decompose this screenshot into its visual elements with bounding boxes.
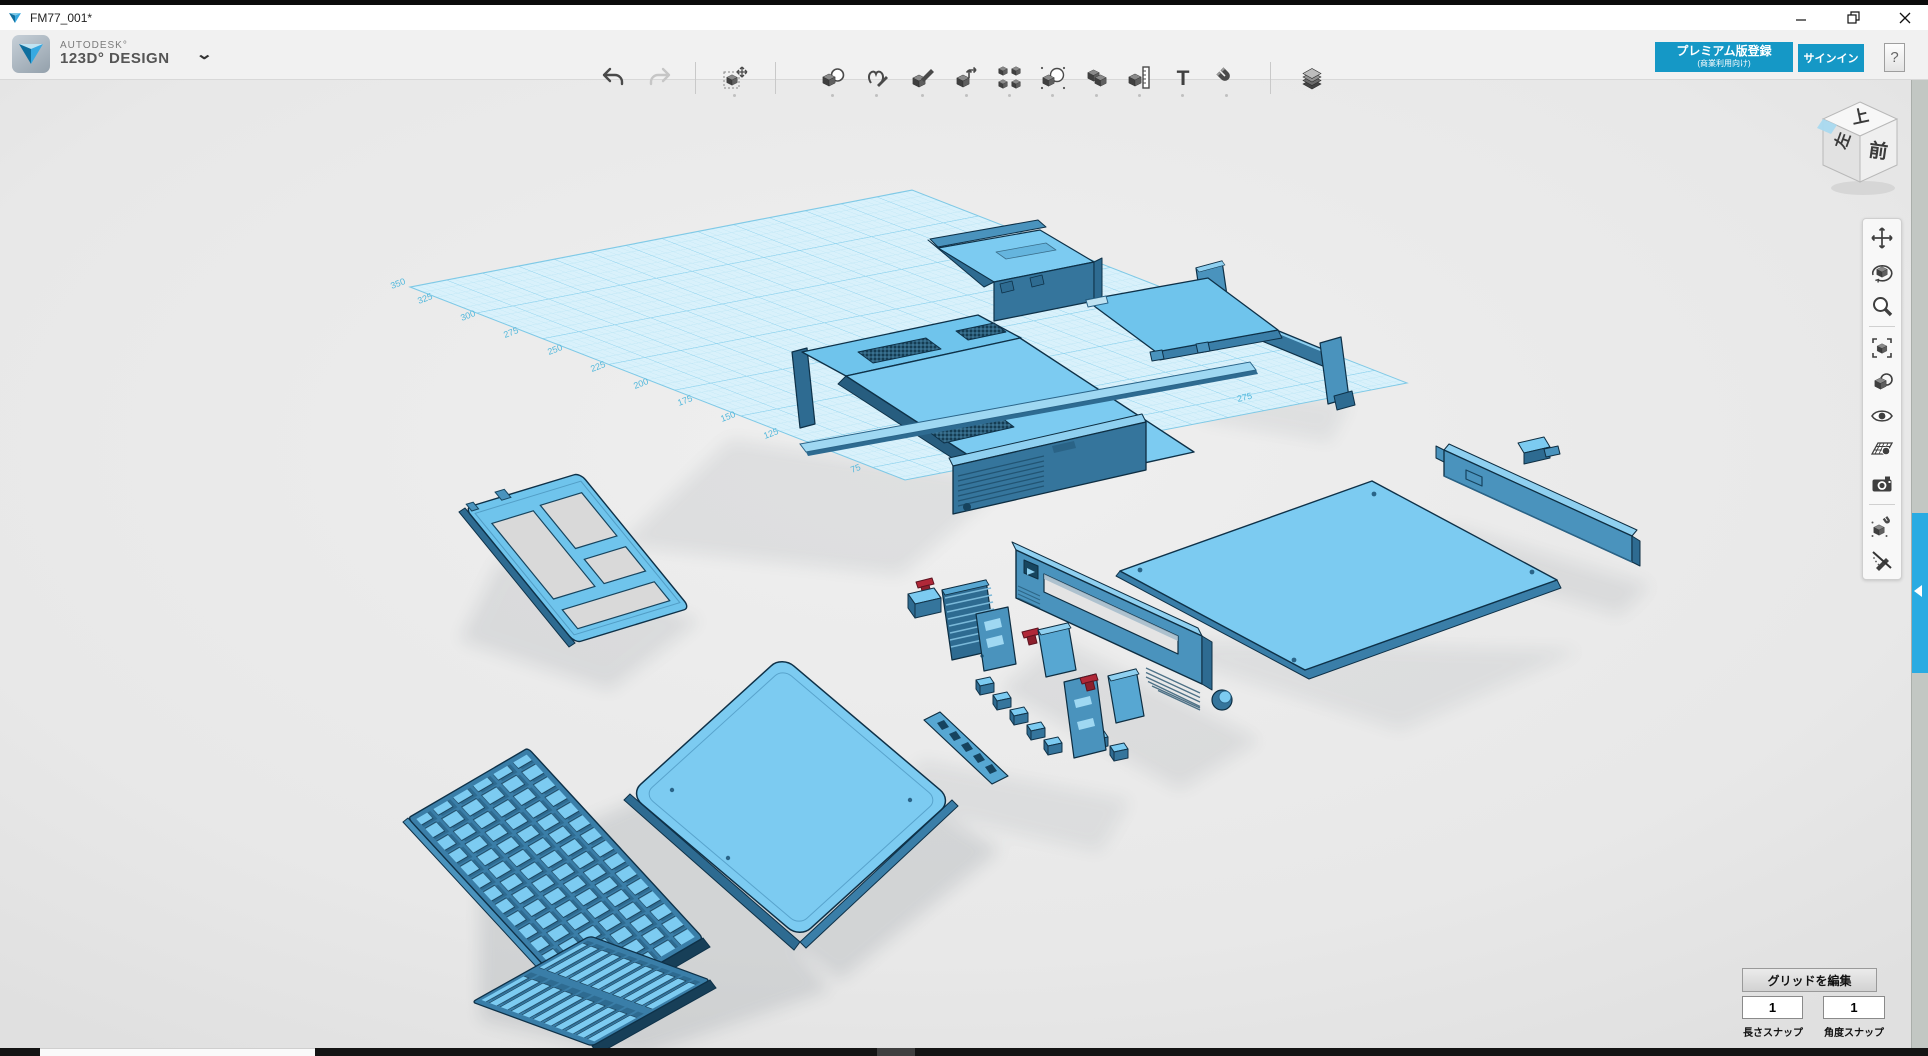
taskbar-search-segment[interactable] [40,1048,315,1056]
premium-signup-button[interactable]: プレミアム版登録 (商業利用向け) [1655,42,1793,72]
app-logo-icon [8,12,22,24]
grid-snap-controls: グリッドを編集 長さスナップ 角度スナップ [1742,968,1877,992]
modify-tool-button[interactable] [952,63,982,93]
undo-icon [600,65,626,91]
pan-icon [1870,226,1894,250]
grouping-icon [1040,65,1066,91]
fit-view-button[interactable] [1868,335,1896,361]
angle-snap-label: 角度スナップ [1819,1024,1889,1039]
navbar-separator [1869,326,1895,327]
primitives-tool-button[interactable] [818,63,848,93]
app-window: 350 325 300 275 250 225 200 175 150 125 … [0,0,1928,1056]
restore-icon [1847,11,1860,24]
toolbar-separator [695,62,696,94]
redo-button[interactable] [645,63,675,93]
camera-icon [1870,472,1894,496]
svg-text:T: T [1177,67,1190,90]
pencil-slash-icon [1870,548,1894,572]
sketch-visibility-button[interactable] [1868,547,1896,573]
toolbar-separator [775,62,776,94]
sketch-tool-button[interactable] [862,63,892,93]
pattern-tool-button[interactable] [995,63,1025,93]
zoom-button[interactable] [1868,293,1896,319]
app-header: AUTODESK° 123D° DESIGN ⌄ [0,30,1928,80]
text-tool-button[interactable]: T [1168,63,1198,93]
panel-scrollbar-accent[interactable] [1912,513,1928,673]
material-icon [1299,65,1325,91]
view-cube[interactable]: 上 左 前 [1805,92,1917,205]
modify-icon [954,65,980,91]
redo-icon [647,65,673,91]
snap-tool-button[interactable] [1212,63,1242,93]
shading-icon [1870,370,1894,394]
app-brand: AUTODESK° 123D° DESIGN ⌄ [12,35,210,73]
length-snap-label: 長さスナップ [1738,1024,1808,1039]
shading-button[interactable] [1868,369,1896,395]
combine-tool-button[interactable] [1082,63,1112,93]
undo-button[interactable] [598,63,628,93]
main-menu-chevron[interactable]: ⌄ [195,45,213,63]
123d-logo-icon [17,42,45,66]
measure-icon [1127,65,1153,91]
snap-box-icon [1870,514,1894,538]
signin-button[interactable]: サインイン [1798,44,1864,72]
screenshot-button[interactable] [1868,471,1896,497]
premium-signup-sublabel: (商業利用向け) [1655,59,1793,68]
part-knob[interactable] [1212,690,1232,710]
grouping-tool-button[interactable] [1038,63,1068,93]
magnifier-icon [1870,294,1894,318]
document-title: FM77_001* [30,11,92,25]
taskbar-app-segment[interactable] [877,1048,915,1056]
orbit-icon [1870,260,1894,284]
minimize-button[interactable] [1788,7,1814,29]
snap-icon [1214,65,1240,91]
panel-collapse-arrow[interactable] [1914,585,1922,597]
grid-visibility-button[interactable] [1868,437,1896,463]
premium-signup-label: プレミアム版登録 [1655,42,1793,59]
help-button[interactable]: ? [1884,43,1905,72]
brand-123d-design: 123D° DESIGN [60,51,170,68]
orbit-button[interactable] [1868,259,1896,285]
fit-view-icon [1870,336,1894,360]
grid-eye-icon [1870,438,1894,462]
close-button[interactable] [1892,7,1918,29]
close-icon [1899,12,1911,24]
measure-tool-button[interactable] [1125,63,1155,93]
toolbar-separator [1270,62,1271,94]
eye-icon [1870,404,1894,428]
material-tool-button[interactable] [1297,63,1327,93]
construct-tool-button[interactable] [908,63,938,93]
right-edge-strip [1911,80,1928,1048]
construct-icon [910,65,936,91]
navigation-toolbar [1862,218,1902,580]
edit-grid-button[interactable]: グリッドを編集 [1742,968,1877,992]
os-taskbar [0,1048,1928,1056]
minimize-icon [1795,12,1807,24]
length-snap-input[interactable] [1742,996,1803,1019]
primitives-icon [820,65,846,91]
transform-tool-button[interactable] [720,63,750,93]
angle-snap-input[interactable] [1823,996,1885,1019]
visibility-button[interactable] [1868,403,1896,429]
sketch-icon [864,65,890,91]
transform-icon [722,65,748,91]
restore-button[interactable] [1840,7,1866,29]
pattern-icon [997,65,1023,91]
pan-button[interactable] [1868,225,1896,251]
text-icon: T [1170,65,1196,91]
view-cube-front-label[interactable]: 前 [1867,138,1889,163]
title-bar: FM77_001* [0,5,1928,30]
brand-badge [12,35,50,73]
combine-icon [1084,65,1110,91]
navbar-separator [1869,504,1895,505]
viewport-3d: 350 325 300 275 250 225 200 175 150 125 … [0,0,1928,1056]
snap-settings-button[interactable] [1868,513,1896,539]
